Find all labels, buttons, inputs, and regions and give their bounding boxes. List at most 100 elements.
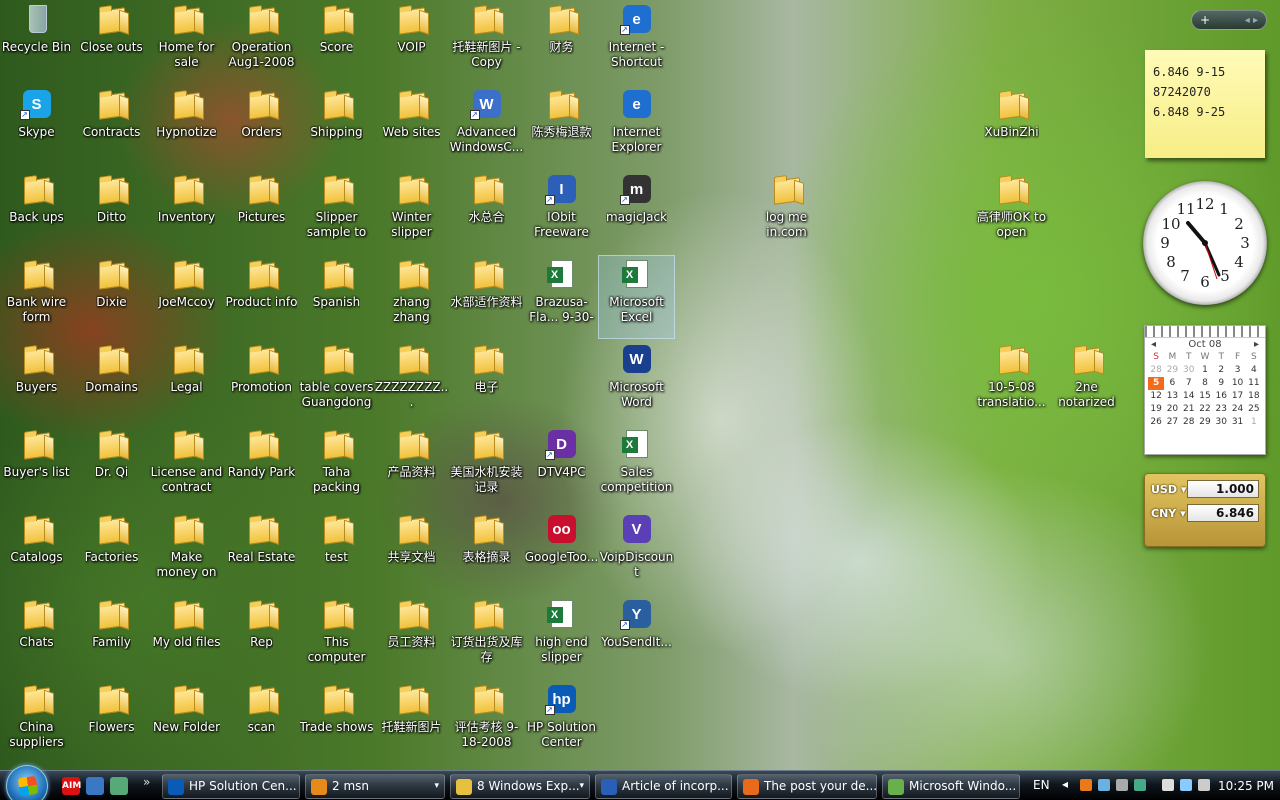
tray-expand-arrow[interactable]: ◂ bbox=[1062, 777, 1068, 791]
tray-app-icon[interactable] bbox=[1116, 779, 1128, 791]
desktop-icon-copy[interactable]: 托鞋新图片 - Copy bbox=[449, 1, 524, 83]
desktop[interactable]: Recycle Bin Close outs Home for sale Operat… bbox=[0, 0, 1280, 770]
desktop-icon-item[interactable]: 托鞋新图片 bbox=[374, 681, 449, 763]
sticky-note-gadget[interactable]: 6.846 9-15 87242070 6.848 9-25 bbox=[1145, 50, 1265, 158]
clock-time[interactable]: 10:25 PM bbox=[1218, 779, 1274, 793]
desktop-icon-factories[interactable]: Factories bbox=[74, 511, 149, 593]
calendar-day[interactable]: 26 bbox=[1148, 416, 1164, 429]
taskbar-button-article-of-incorp[interactable]: Article of incorp... bbox=[595, 774, 732, 799]
tray-app-icon[interactable] bbox=[1162, 779, 1174, 791]
desktop-icon-2ne-notarized[interactable]: 2ne notarized bbox=[1049, 341, 1124, 423]
desktop-icon-iobit-freeware[interactable]: I ↗ IObit Freeware bbox=[524, 171, 599, 253]
desktop-icon-9-18-2008[interactable]: 评估考核 9-18-2008 bbox=[449, 681, 524, 763]
clock-gadget[interactable]: 12 1 2 345 678 9 10 11 bbox=[1143, 181, 1267, 305]
desktop-icon-item[interactable]: 水总合 bbox=[449, 171, 524, 253]
desktop-icon-item[interactable]: 订货出货及库存 bbox=[449, 596, 524, 678]
calendar-day[interactable]: 21 bbox=[1181, 403, 1197, 416]
desktop-icon-inventory[interactable]: Inventory bbox=[149, 171, 224, 253]
taskbar-button-8-windows-exp[interactable]: 8 Windows Exp... ▾ bbox=[450, 774, 590, 799]
desktop-icon-item[interactable]: 电子 bbox=[449, 341, 524, 423]
calendar-day[interactable]: 18 bbox=[1246, 390, 1262, 403]
desktop-icon-advanced-windowsc[interactable]: W ↗ Advanced WindowsC... bbox=[449, 86, 524, 168]
add-gadget-button[interactable]: + bbox=[1200, 13, 1210, 27]
calendar-day[interactable]: 7 bbox=[1181, 377, 1197, 390]
desktop-icon-product-info[interactable]: Product info bbox=[224, 256, 299, 338]
calendar-day[interactable]: 31 bbox=[1229, 416, 1245, 429]
desktop-icon-catalogs[interactable]: Catalogs bbox=[0, 511, 74, 593]
desktop-icon-close-outs[interactable]: Close outs bbox=[74, 1, 149, 83]
desktop-icon-scan[interactable]: scan bbox=[224, 681, 299, 763]
desktop-icon-item[interactable]: 共享文档 bbox=[374, 511, 449, 593]
desktop-icon-web-sites[interactable]: Web sites bbox=[374, 86, 449, 168]
currency-value-usd[interactable]: 1.000 bbox=[1187, 480, 1259, 498]
desktop-icon-internet-shortcut[interactable]: e ↗ Internet - Shortcut bbox=[599, 1, 674, 83]
volume-icon[interactable] bbox=[1198, 779, 1210, 791]
calendar-day[interactable]: 24 bbox=[1229, 403, 1245, 416]
group-dropdown-icon[interactable]: ▾ bbox=[579, 775, 584, 798]
desktop-icon-operation-aug1-2008[interactable]: Operation Aug1-2008 bbox=[224, 1, 299, 83]
currency-gadget[interactable]: USD ▾ 1.000 CNY ▾ 6.846 bbox=[1144, 473, 1266, 547]
desktop-icon-dr-qi[interactable]: Dr. Qi bbox=[74, 426, 149, 508]
gadget-nav-buttons[interactable]: ◂ ▸ bbox=[1245, 15, 1258, 26]
desktop-icon-sales-competition[interactable]: Sales competition bbox=[599, 426, 674, 508]
desktop-icon-zhang-zhang-winter-shoes[interactable]: zhang zhang winter shoes bbox=[374, 256, 449, 338]
desktop-icon-winter-slipper-ord[interactable]: Winter slipper ord... bbox=[374, 171, 449, 253]
desktop-icon-voip[interactable]: VOIP bbox=[374, 1, 449, 83]
calendar-day[interactable]: 1 bbox=[1246, 416, 1262, 429]
desktop-icon-flowers[interactable]: Flowers bbox=[74, 681, 149, 763]
desktop-icon-promotion[interactable]: Promotion bbox=[224, 341, 299, 423]
calendar-day[interactable]: 6 bbox=[1164, 377, 1180, 390]
desktop-icon-home-for-sale[interactable]: Home for sale bbox=[149, 1, 224, 83]
desktop-icon-spanish[interactable]: Spanish bbox=[299, 256, 374, 338]
desktop-icon-domains[interactable]: Domains bbox=[74, 341, 149, 423]
desktop-icon-microsoft-word[interactable]: W Microsoft Word bbox=[599, 341, 674, 423]
desktop-icon-brazusa-fla-9-30-08-70[interactable]: Brazusa-Fla... 9-30-08 70 ... bbox=[524, 256, 599, 338]
desktop-icon-real-estate[interactable]: Real Estate bbox=[224, 511, 299, 593]
desktop-icon-yousendit[interactable]: Y ↗ YouSendIt... bbox=[599, 596, 674, 678]
desktop-icon-buyer-s-list[interactable]: Buyer's list bbox=[0, 426, 74, 508]
desktop-icon-internet-explorer[interactable]: e Internet Explorer bbox=[599, 86, 674, 168]
start-button[interactable] bbox=[6, 765, 48, 800]
calendar-next-button[interactable]: ▸ bbox=[1254, 339, 1259, 350]
desktop-icon-zzzzzzzz[interactable]: ZZZZZZZZ... bbox=[374, 341, 449, 423]
calendar-day[interactable]: 11 bbox=[1246, 377, 1262, 390]
calendar-day[interactable]: 22 bbox=[1197, 403, 1213, 416]
calendar-day[interactable]: 19 bbox=[1148, 403, 1164, 416]
calendar-day[interactable]: 8 bbox=[1197, 377, 1213, 390]
desktop-icon-new-folder[interactable]: New Folder bbox=[149, 681, 224, 763]
calendar-day[interactable]: 9 bbox=[1213, 377, 1229, 390]
desktop-icon-make-money-on-line[interactable]: Make money on line bbox=[149, 511, 224, 593]
calendar-day[interactable]: 25 bbox=[1246, 403, 1262, 416]
calendar-day[interactable]: 13 bbox=[1164, 390, 1180, 403]
desktop-icon-china-suppliers[interactable]: China suppliers bbox=[0, 681, 74, 763]
desktop-icon-orders[interactable]: Orders bbox=[224, 86, 299, 168]
calendar-day[interactable]: 5 bbox=[1148, 377, 1165, 390]
desktop-icon-this-computer[interactable]: This computer bbox=[299, 596, 374, 678]
tray-app-icon[interactable] bbox=[1080, 779, 1092, 791]
desktop-icon-dixie[interactable]: Dixie bbox=[74, 256, 149, 338]
tray-app-icon[interactable] bbox=[1134, 779, 1146, 791]
calendar-gadget[interactable]: ◂ Oct 08 ▸ S M T W T F S 28 29 30 1 2 3 4 5 6 7 8 9 10 11 12 1… bbox=[1144, 325, 1266, 455]
desktop-icon-table-covers-guangdong[interactable]: table covers Guangdong bbox=[299, 341, 374, 423]
currency-select-cny[interactable]: CNY ▾ bbox=[1151, 507, 1186, 520]
currency-select-usd[interactable]: USD ▾ bbox=[1151, 483, 1186, 496]
tray-app-icon[interactable] bbox=[1098, 779, 1110, 791]
desktop-icon-taha-packing[interactable]: Taha packing bbox=[299, 426, 374, 508]
show-desktop-icon[interactable] bbox=[86, 777, 104, 795]
calendar-day[interactable]: 23 bbox=[1213, 403, 1229, 416]
desktop-icon-voipdiscount[interactable]: V VoipDiscount bbox=[599, 511, 674, 593]
desktop-icon-trade-shows[interactable]: Trade shows bbox=[299, 681, 374, 763]
calendar-day[interactable]: 30 bbox=[1213, 416, 1229, 429]
calendar-day[interactable]: 30 bbox=[1181, 364, 1197, 377]
desktop-icon-item[interactable]: 陈秀梅退款 bbox=[524, 86, 599, 168]
desktop-icon-back-ups[interactable]: Back ups bbox=[0, 171, 74, 253]
taskbar-button-2-msn[interactable]: 2 msn ▾ bbox=[305, 774, 445, 799]
desktop-icon-slipper-sample-to-s[interactable]: Slipper sample to s... bbox=[299, 171, 374, 253]
group-dropdown-icon[interactable]: ▾ bbox=[434, 775, 439, 798]
quick-launch-chevron[interactable]: » bbox=[143, 775, 150, 789]
desktop-icon-item[interactable]: 员工资料 bbox=[374, 596, 449, 678]
desktop-icon-item[interactable]: 产品资料 bbox=[374, 426, 449, 508]
desktop-icon-item[interactable]: 美国水机安装记录 bbox=[449, 426, 524, 508]
desktop-icon-item[interactable]: 表格摘录 bbox=[449, 511, 524, 593]
desktop-icon-xubinzhi[interactable]: XuBinZhi bbox=[974, 86, 1049, 168]
